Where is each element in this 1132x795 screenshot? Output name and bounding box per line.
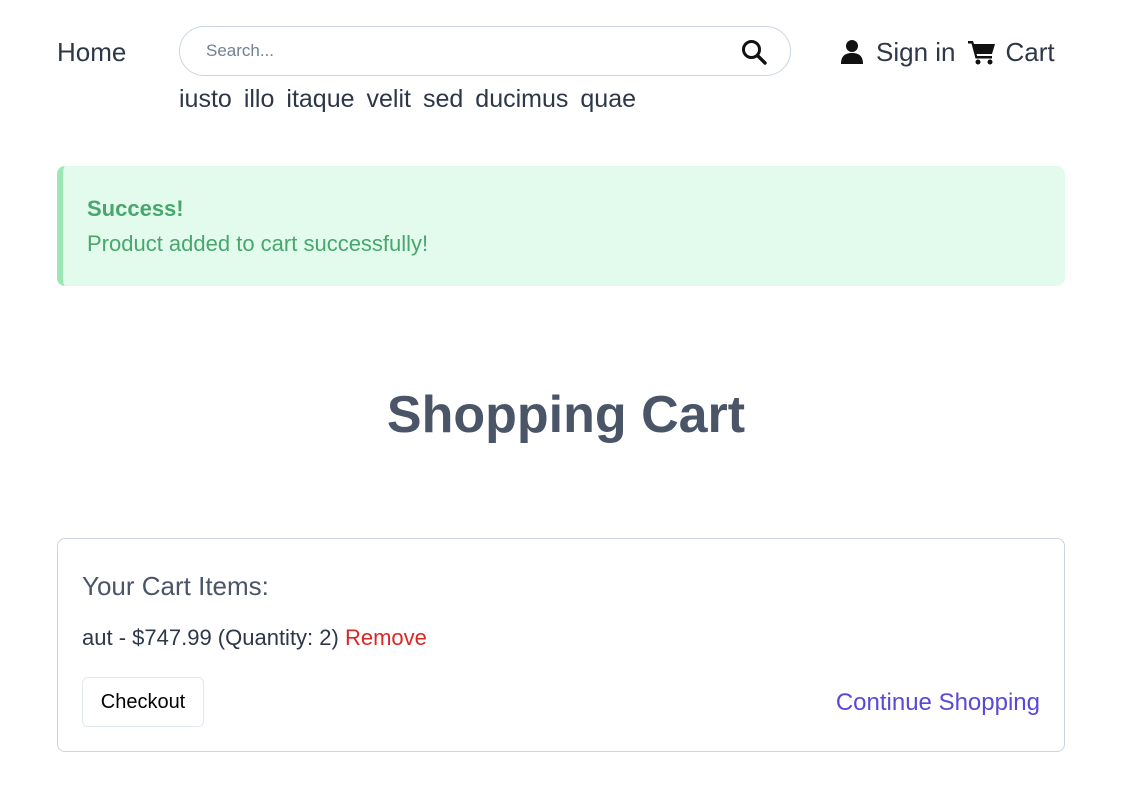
cart-card: Your Cart Items: aut - $747.99 (Quantity… <box>57 538 1065 752</box>
cart-link[interactable]: Cart <box>956 36 1055 68</box>
tag-link[interactable]: ducimus <box>475 82 568 116</box>
success-alert: Success! Product added to cart successfu… <box>57 166 1065 286</box>
tag-link[interactable]: velit <box>367 82 411 116</box>
tag-link[interactable]: iusto <box>179 82 232 116</box>
cart-label: Cart <box>1005 37 1055 67</box>
search-button[interactable] <box>740 38 768 66</box>
remove-item-link[interactable]: Remove <box>345 625 427 650</box>
signin-link[interactable]: Sign in <box>840 36 956 68</box>
nav-home-link[interactable]: Home <box>57 36 126 68</box>
checkout-button[interactable]: Checkout <box>82 677 204 727</box>
cart-item-quantity: (Quantity: 2) <box>211 625 345 650</box>
alert-message: Product added to cart successfully! <box>87 231 429 256</box>
search-input[interactable] <box>206 27 726 75</box>
tag-link[interactable]: illo <box>244 82 275 116</box>
user-icon <box>841 40 863 64</box>
cart-heading: Your Cart Items: <box>82 571 269 601</box>
page: Home iusto illo itaque velit sed ducimus… <box>0 0 1132 795</box>
cart-item-name: aut <box>82 625 113 650</box>
tag-link[interactable]: itaque <box>286 82 354 116</box>
page-title: Shopping Cart <box>386 386 746 444</box>
shopping-cart-icon <box>967 41 995 65</box>
signin-label: Sign in <box>876 37 956 67</box>
search-icon <box>742 40 767 65</box>
tag-link[interactable]: quae <box>580 82 636 116</box>
cart-item-separator: - <box>112 625 133 650</box>
tag-link[interactable]: sed <box>423 82 463 116</box>
search-bar <box>179 26 791 76</box>
continue-shopping-link[interactable]: Continue Shopping <box>836 687 1040 719</box>
alert-title: Success! <box>87 196 184 221</box>
cart-item: aut - $747.99 (Quantity: 2) Remove <box>82 623 427 653</box>
user-links: Sign in Cart <box>840 36 1055 68</box>
tag-list: iusto illo itaque velit sed ducimus quae <box>179 82 636 116</box>
cart-item-price: $747.99 <box>132 625 212 650</box>
